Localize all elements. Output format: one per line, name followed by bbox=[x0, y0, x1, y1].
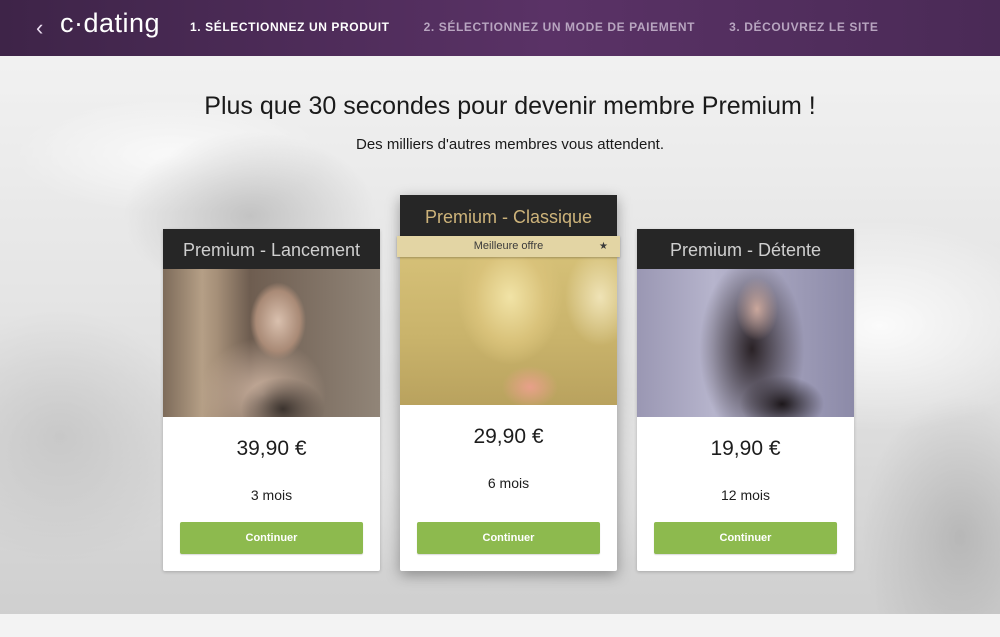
continue-button[interactable]: Continuer bbox=[180, 522, 363, 554]
best-offer-label: Meilleure offre bbox=[473, 240, 544, 252]
continue-button[interactable]: Continuer bbox=[417, 522, 600, 554]
best-offer-badge: Meilleure offre ★ bbox=[397, 236, 620, 257]
plan-duration: 6 mois bbox=[487, 475, 530, 491]
star-icon: ★ bbox=[599, 241, 608, 252]
plan-price: 39,90 € bbox=[236, 437, 307, 460]
logo[interactable]: c·dating bbox=[60, 8, 160, 39]
page-subtitle: Des milliers d'autres membres vous atten… bbox=[356, 136, 664, 153]
page-title: Plus que 30 secondes pour devenir membre… bbox=[204, 92, 816, 120]
checkout-steps: 1. SÉLECTIONNEZ UN PRODUIT 2. SÉLECTIONN… bbox=[190, 20, 912, 34]
plan-duration: 12 mois bbox=[720, 487, 771, 503]
top-header: ‹ c·dating 1. SÉLECTIONNEZ UN PRODUIT 2.… bbox=[0, 0, 1000, 56]
plan-price: 19,90 € bbox=[710, 437, 781, 460]
step-discover-site: 3. DÉCOUVREZ LE SITE bbox=[729, 20, 879, 34]
footer-strip bbox=[0, 614, 1000, 637]
plan-photo bbox=[637, 269, 854, 417]
plan-title: Premium - Lancement bbox=[163, 229, 380, 269]
chevron-left-icon[interactable]: ‹ bbox=[36, 16, 54, 40]
plan-card-lancement: Premium - Lancement 39,90 € 3 mois Conti… bbox=[163, 229, 380, 571]
step-select-payment: 2. SÉLECTIONNEZ UN MODE DE PAIEMENT bbox=[423, 20, 696, 34]
plan-title: Premium - Détente bbox=[637, 229, 854, 269]
plan-photo bbox=[163, 269, 380, 417]
plan-card-detente: Premium - Détente 19,90 € 12 mois Contin… bbox=[637, 229, 854, 571]
plan-photo bbox=[400, 237, 617, 405]
step-select-product: 1. SÉLECTIONNEZ UN PRODUIT bbox=[190, 20, 390, 34]
plan-title: Premium - Classique bbox=[400, 195, 617, 237]
plan-duration: 3 mois bbox=[250, 487, 293, 503]
plan-price: 29,90 € bbox=[473, 425, 544, 448]
continue-button[interactable]: Continuer bbox=[654, 522, 837, 554]
